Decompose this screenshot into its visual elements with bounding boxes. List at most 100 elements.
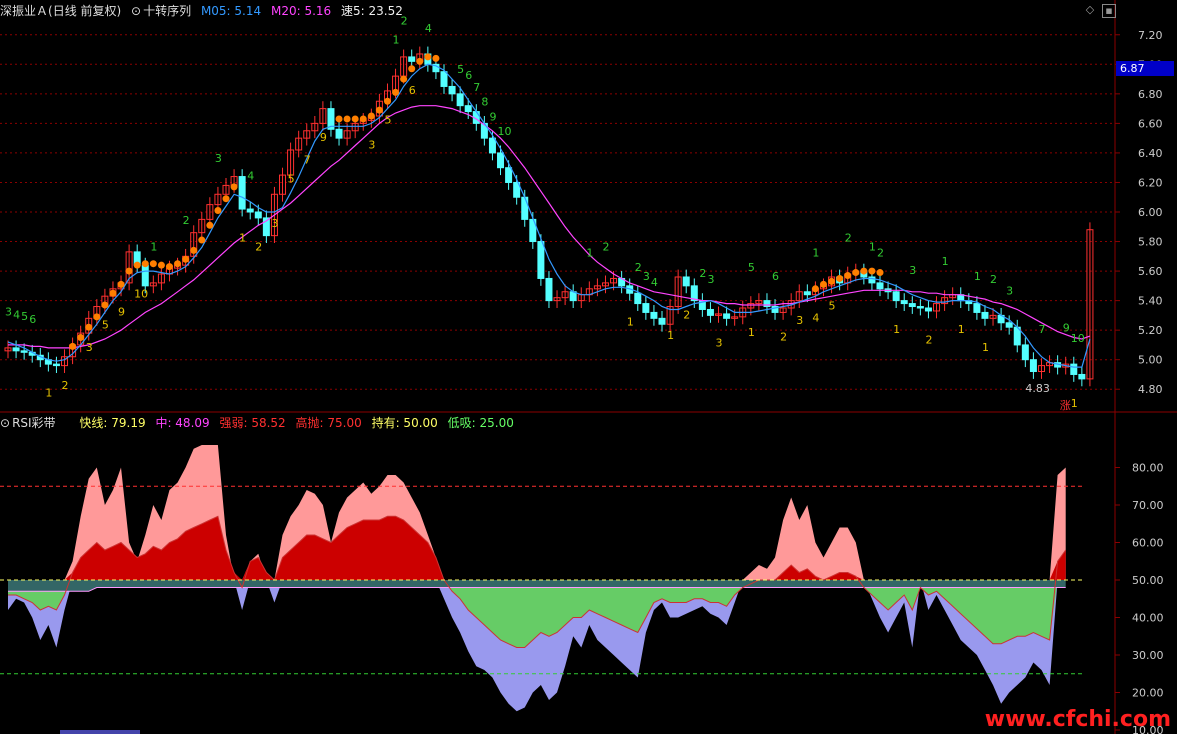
sequence-down-label: 3 [368, 138, 375, 151]
panel-toggle-icon[interactable]: ▪ [1102, 4, 1116, 18]
sequence-up-label: 4 [13, 308, 20, 321]
sequence-up-label: 4 [247, 170, 254, 183]
ma20-line [8, 105, 1091, 349]
candle-body [763, 300, 771, 308]
sequence-up-label: 9 [489, 110, 496, 123]
current-price-tag: 6.87 [1116, 61, 1174, 76]
sequence-up-label: 1 [942, 255, 949, 268]
candle-body [246, 208, 254, 213]
candle-body [803, 291, 811, 296]
price-tick-label: 5.20 [1138, 324, 1163, 337]
candle-body [1021, 344, 1029, 361]
sequence-up-label: 5 [748, 261, 755, 274]
sequence-down-label: 9 [320, 131, 327, 144]
price-tick-label: 6.60 [1138, 117, 1163, 130]
candle-body [254, 211, 262, 219]
rsi-fast-label: 快线: 79.19 [79, 416, 146, 430]
sequence-up-label: 6 [772, 270, 779, 283]
candle-body [537, 241, 545, 279]
stock-title[interactable]: 深振业Ａ [0, 4, 48, 18]
trend-dot [844, 272, 852, 280]
trend-dot [375, 106, 383, 114]
rsi-name[interactable]: RSI彩带 [12, 416, 56, 430]
sequence-down-label: 1 [982, 341, 989, 354]
sequence-up-label: 5 [21, 310, 28, 323]
sequence-down-label: 1 [893, 323, 900, 336]
sequence-up-label: 2 [183, 214, 190, 227]
sequence-down-label: 5 [829, 299, 836, 312]
price-tick-label: 6.40 [1138, 147, 1163, 160]
sequence-down-label: 2 [62, 379, 69, 392]
sequence-up-label: 7 [473, 81, 480, 94]
sequence-up-label: 2 [635, 261, 642, 274]
trend-dot [868, 267, 876, 275]
price-tick-label: 7.20 [1138, 29, 1163, 42]
rsi-strong-label: 强弱: 58.52 [219, 416, 286, 430]
rsi-tick-label: 50.00 [1132, 574, 1164, 587]
candle-body [1029, 359, 1037, 373]
sequence-up-label: 9 [1063, 322, 1070, 335]
sequence-up-label: 4 [651, 276, 658, 289]
sequence-down-label: 1 [239, 232, 246, 245]
price-tick-label: 6.80 [1138, 88, 1163, 101]
trend-dot [819, 280, 827, 288]
sequence-up-label: 5 [457, 63, 464, 76]
diamond-icon[interactable]: ◇ [1084, 4, 1096, 16]
price-tick-label: 6.00 [1138, 206, 1163, 219]
candle-body [634, 292, 642, 305]
trend-dot [400, 75, 408, 83]
sequence-down-label: 3 [86, 341, 93, 354]
trend-dot [117, 280, 125, 288]
trend-dot [85, 323, 93, 331]
sequence-up-label: 1 [393, 34, 400, 47]
trend-dot [351, 115, 359, 123]
trend-dot [133, 261, 141, 269]
indicator-icon[interactable]: ⊙ [131, 4, 141, 18]
sequence-down-label: 1 [748, 326, 755, 339]
trend-dot [836, 274, 844, 282]
sequence-up-label: 3 [909, 264, 916, 277]
trend-dot [157, 261, 165, 269]
sequence-up-label: 10 [498, 125, 512, 138]
rsi-tick-label: 40.00 [1132, 612, 1164, 625]
rsi-indicator-icon[interactable]: ⊙ [0, 416, 10, 430]
trend-dot [335, 115, 343, 123]
sequence-down-label: 6 [409, 84, 416, 97]
trend-dot [367, 112, 375, 120]
candle-body [650, 311, 658, 319]
candle-body [408, 56, 416, 62]
rsi-low-label: 低吸: 25.00 [447, 416, 514, 430]
candle-body [464, 105, 472, 113]
sequence-down-label: 10 [134, 288, 148, 301]
sequence-down-label: 3 [796, 314, 803, 327]
sequence-down-label: 2 [780, 330, 787, 343]
trend-dot [811, 285, 819, 293]
stock-chart[interactable]: 3 4 5 612341245 6789101 223 42 356121 2311 237 910… [0, 0, 1177, 734]
trend-dot [141, 260, 149, 268]
candle-body [924, 307, 932, 312]
rsi-tick-label: 20.00 [1132, 687, 1164, 700]
trend-dot [230, 183, 238, 191]
rsi-panel-header: ⊙ RSI彩带 快线: 79.19 中: 48.09 强弱: 58.52 高抛: … [0, 414, 520, 432]
candle-body [335, 128, 343, 139]
price-panel-header: 深振业Ａ(日线 前复权) ⊙ 十转序列 M05: 5.14 M20: 5.16 速… [0, 2, 409, 20]
sequence-down-label: 2 [925, 333, 932, 346]
rsi-high-label: 高抛: 75.00 [295, 416, 362, 430]
watermark: www.cfchi.com [984, 707, 1171, 732]
candle-body [900, 300, 908, 305]
trend-dot [77, 334, 85, 342]
indicator-name[interactable]: 十转序列 [143, 4, 191, 18]
rsi-hold-label: 持有: 50.00 [371, 416, 438, 430]
price-tick-label: 5.80 [1138, 236, 1163, 249]
trend-dot [343, 115, 351, 123]
sequence-down-label: 9 [118, 305, 125, 318]
trend-dot [206, 221, 214, 229]
sequence-up-label: 2 [877, 246, 884, 259]
period-mode[interactable]: (日线 前复权) [48, 4, 121, 18]
sequence-down-label: 5 [288, 172, 295, 185]
candle-body [448, 85, 456, 95]
trend-dot [359, 115, 367, 123]
trend-dot [383, 97, 391, 105]
trend-dot [408, 65, 416, 73]
sequence-down-label: 4 [812, 311, 819, 324]
